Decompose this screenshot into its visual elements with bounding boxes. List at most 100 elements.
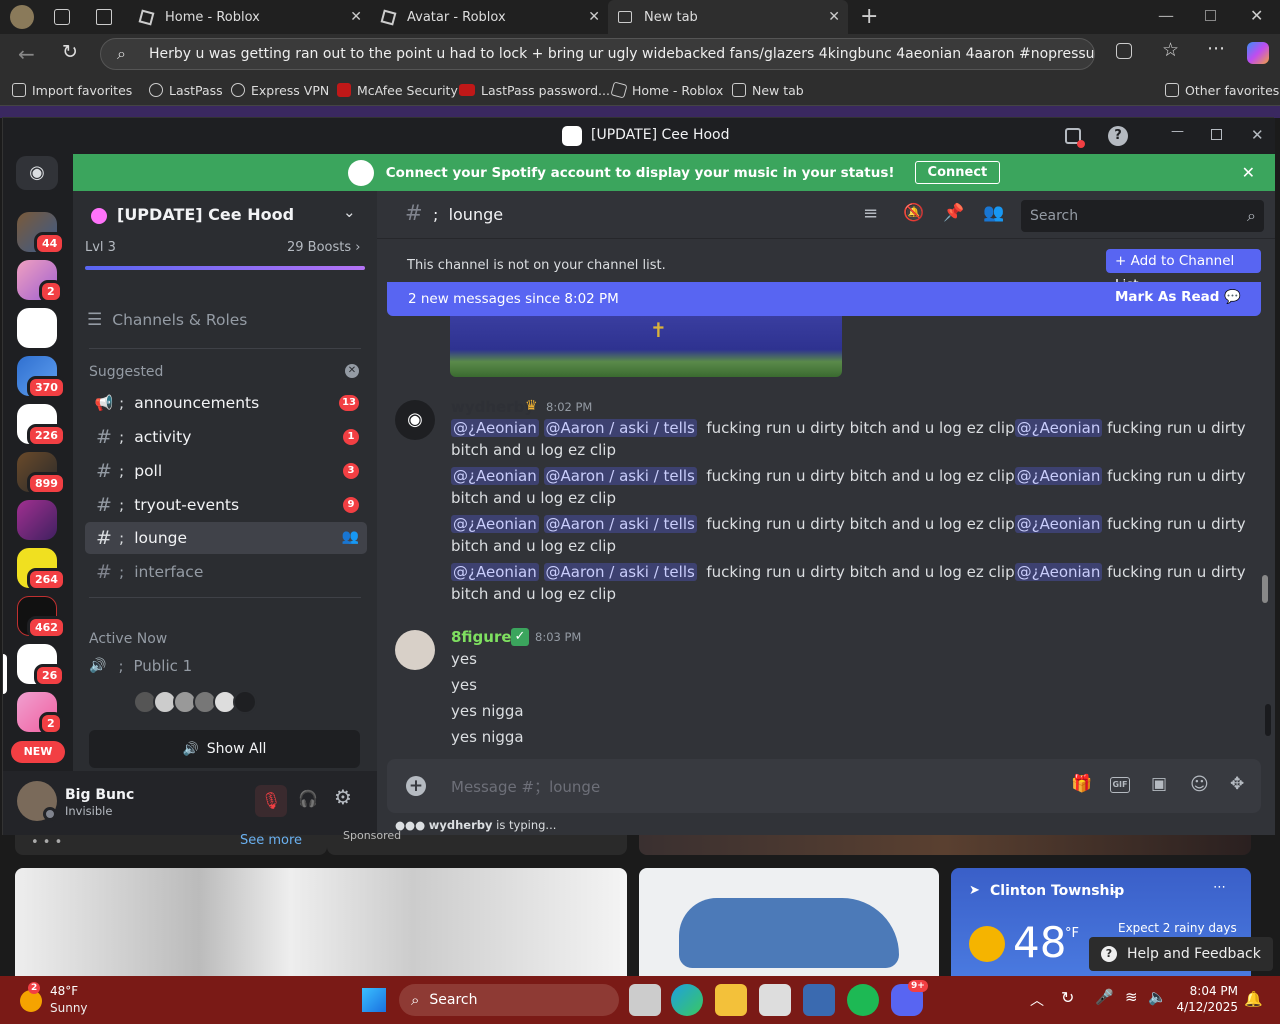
show-all-button[interactable]: 🔊 Show All — [89, 730, 360, 768]
server-icon-malone[interactable] — [17, 308, 57, 348]
sync-icon[interactable]: ↻ — [1061, 988, 1074, 1007]
channel-interface[interactable]: #; interface — [85, 556, 367, 588]
fav-import-favorites[interactable]: Import favorites — [12, 74, 132, 106]
extensions-icon[interactable] — [1116, 43, 1132, 59]
dismiss-suggested-icon[interactable]: ✕ — [345, 364, 359, 378]
mention[interactable]: @¿Aeonian — [451, 419, 539, 437]
fav-lastpass-password[interactable]: LastPass password... — [459, 74, 610, 106]
new-servers-button[interactable]: NEW — [11, 741, 65, 763]
back-icon[interactable]: ← — [18, 42, 35, 66]
chat-scrollbar-thumb[interactable] — [1265, 704, 1271, 736]
tab-actions-icon[interactable] — [96, 9, 112, 25]
mention[interactable]: @¿Aeonian — [1014, 563, 1103, 581]
car-ad-photo[interactable] — [639, 868, 939, 978]
tab-avatar-roblox[interactable]: Avatar - Roblox ✕ — [372, 0, 608, 34]
pinned-messages-icon[interactable]: 📌 — [943, 203, 964, 223]
channel-tryout-events[interactable]: #; tryout-events 9 — [85, 489, 367, 521]
other-favorites[interactable]: Other favorites — [1165, 74, 1279, 106]
headphones-icon[interactable]: 🎧 — [298, 789, 318, 808]
start-button[interactable] — [362, 988, 386, 1012]
boost-count[interactable]: 29 Boosts › — [287, 240, 361, 255]
tab-new-tab[interactable]: New tab ✕ — [608, 0, 848, 34]
minimize-app-icon[interactable]: — — [1171, 124, 1184, 139]
attach-plus-icon[interactable]: + — [406, 776, 426, 796]
volume-icon[interactable]: 🔈 — [1148, 988, 1167, 1006]
dismiss-banner-icon[interactable]: ✕ — [1242, 163, 1255, 182]
profile-avatar[interactable] — [10, 5, 34, 29]
sticker-icon[interactable]: ▣ — [1151, 774, 1167, 794]
server-icon-7[interactable] — [17, 500, 57, 540]
spotify-icon[interactable] — [847, 984, 879, 1016]
gif-icon[interactable]: GIF — [1110, 777, 1130, 793]
app-icon[interactable] — [759, 984, 791, 1016]
close-app-icon[interactable]: ✕ — [1251, 126, 1264, 144]
close-window-icon[interactable]: ✕ — [1250, 6, 1263, 25]
fav-lastpass[interactable]: LastPass — [149, 74, 223, 106]
add-to-channel-list-button[interactable]: + Add to Channel List — [1106, 249, 1261, 293]
username[interactable]: Big Bunc — [65, 787, 134, 803]
mention[interactable]: @Aaron / aski / tells — [543, 563, 697, 581]
news-photo[interactable] — [15, 868, 627, 978]
restore-window-icon[interactable] — [1205, 10, 1216, 21]
mention[interactable]: @Aaron / aski / tells — [543, 419, 697, 437]
mute-notifications-icon[interactable]: 🔕 — [903, 203, 924, 223]
new-tab-button[interactable]: + — [860, 4, 878, 29]
mention[interactable]: @¿Aeonian — [451, 467, 539, 485]
apps-icon[interactable]: ✥ — [1230, 774, 1244, 794]
mark-as-read-button[interactable]: Mark As Read 💬 — [1115, 289, 1241, 305]
minimize-window-icon[interactable]: — — [1158, 6, 1174, 25]
wifi-icon[interactable]: ≋ — [1125, 988, 1138, 1006]
gift-icon[interactable]: 🎁 — [1071, 774, 1092, 794]
microphone-icon[interactable]: 🎤 — [1095, 988, 1114, 1006]
message-image-attachment[interactable]: ✝ — [450, 316, 842, 377]
workspaces-icon[interactable] — [54, 9, 70, 25]
search-input[interactable]: Search ⌕ — [1021, 200, 1264, 232]
edge-icon[interactable] — [671, 984, 703, 1016]
page-scrollbar[interactable] — [1262, 575, 1268, 603]
fav-express-vpn[interactable]: Express VPN — [231, 74, 329, 106]
voice-channel-public-1[interactable]: 🔊; Public 1 — [89, 657, 192, 675]
add-member-icon[interactable]: 👥 — [342, 529, 359, 545]
mention[interactable]: @¿Aeonian — [1014, 419, 1103, 437]
copilot-icon[interactable] — [1247, 42, 1269, 64]
mention[interactable]: @¿Aeonian — [451, 563, 539, 581]
notification-bell-icon[interactable]: 🔔 — [1244, 990, 1263, 1008]
fav-new-tab[interactable]: New tab — [732, 74, 804, 106]
weather-location[interactable]: Clinton Township — [990, 883, 1124, 899]
author-avatar[interactable] — [395, 630, 435, 670]
help-feedback-button[interactable]: ? Help and Feedback — [1089, 937, 1273, 971]
message-composer[interactable]: + Message #；lounge 🎁 GIF ▣ ☺ ✥ — [387, 759, 1261, 813]
mic-muted-button[interactable]: 🎙 — [255, 785, 287, 817]
refresh-icon[interactable]: ↻ — [62, 41, 78, 63]
file-explorer-icon[interactable] — [715, 984, 747, 1016]
channel-poll[interactable]: #; poll 3 — [85, 455, 367, 487]
taskbar-search[interactable]: ⌕ Search — [399, 984, 619, 1016]
tab-home-roblox[interactable]: Home - Roblox ✕ — [130, 0, 370, 34]
maximize-app-icon[interactable] — [1211, 129, 1222, 140]
channel-announcements[interactable]: 📢; announcements 13 — [85, 387, 367, 419]
mention[interactable]: @Aaron / aski / tells — [543, 515, 697, 533]
monitor-app-icon[interactable] — [803, 984, 835, 1016]
favorites-icon[interactable]: ☆ — [1162, 39, 1179, 61]
mention[interactable]: @¿Aeonian — [451, 515, 539, 533]
fav-mcafee[interactable]: McAfee Security — [337, 74, 458, 106]
close-tab-icon[interactable]: ✕ — [828, 9, 840, 25]
close-tab-icon[interactable]: ✕ — [350, 9, 362, 25]
member-list-icon[interactable]: 👥 — [983, 203, 1004, 223]
channels-roles[interactable]: ☰ Channels & Roles — [87, 305, 367, 335]
help-icon[interactable]: ? — [1108, 126, 1128, 146]
task-view-icon[interactable] — [629, 984, 661, 1016]
weather-widget[interactable]: 2 48°F Sunny — [18, 982, 128, 1016]
clock[interactable]: 8:04 PM 4/12/2025 — [1176, 984, 1238, 1014]
address-input[interactable]: ⌕ Herby u was getting ran out to the poi… — [100, 38, 1095, 70]
tray-chevron-icon[interactable]: ︿ — [1030, 990, 1044, 1010]
fav-home-roblox[interactable]: Home - Roblox — [610, 74, 723, 106]
more-options-icon[interactable]: ⋯ — [1213, 880, 1226, 895]
server-header[interactable]: [UPDATE] Cee Hood ⌄ — [73, 191, 377, 239]
settings-gear-icon[interactable]: ⚙ — [334, 785, 352, 809]
see-more-link[interactable]: See more — [240, 833, 302, 848]
channel-activity[interactable]: #; activity 1 — [85, 421, 367, 453]
channel-lounge[interactable]: #; lounge 👥 — [85, 522, 367, 554]
mention[interactable]: @¿Aeonian — [1014, 467, 1103, 485]
more-dots-icon[interactable]: • • • — [31, 835, 62, 850]
